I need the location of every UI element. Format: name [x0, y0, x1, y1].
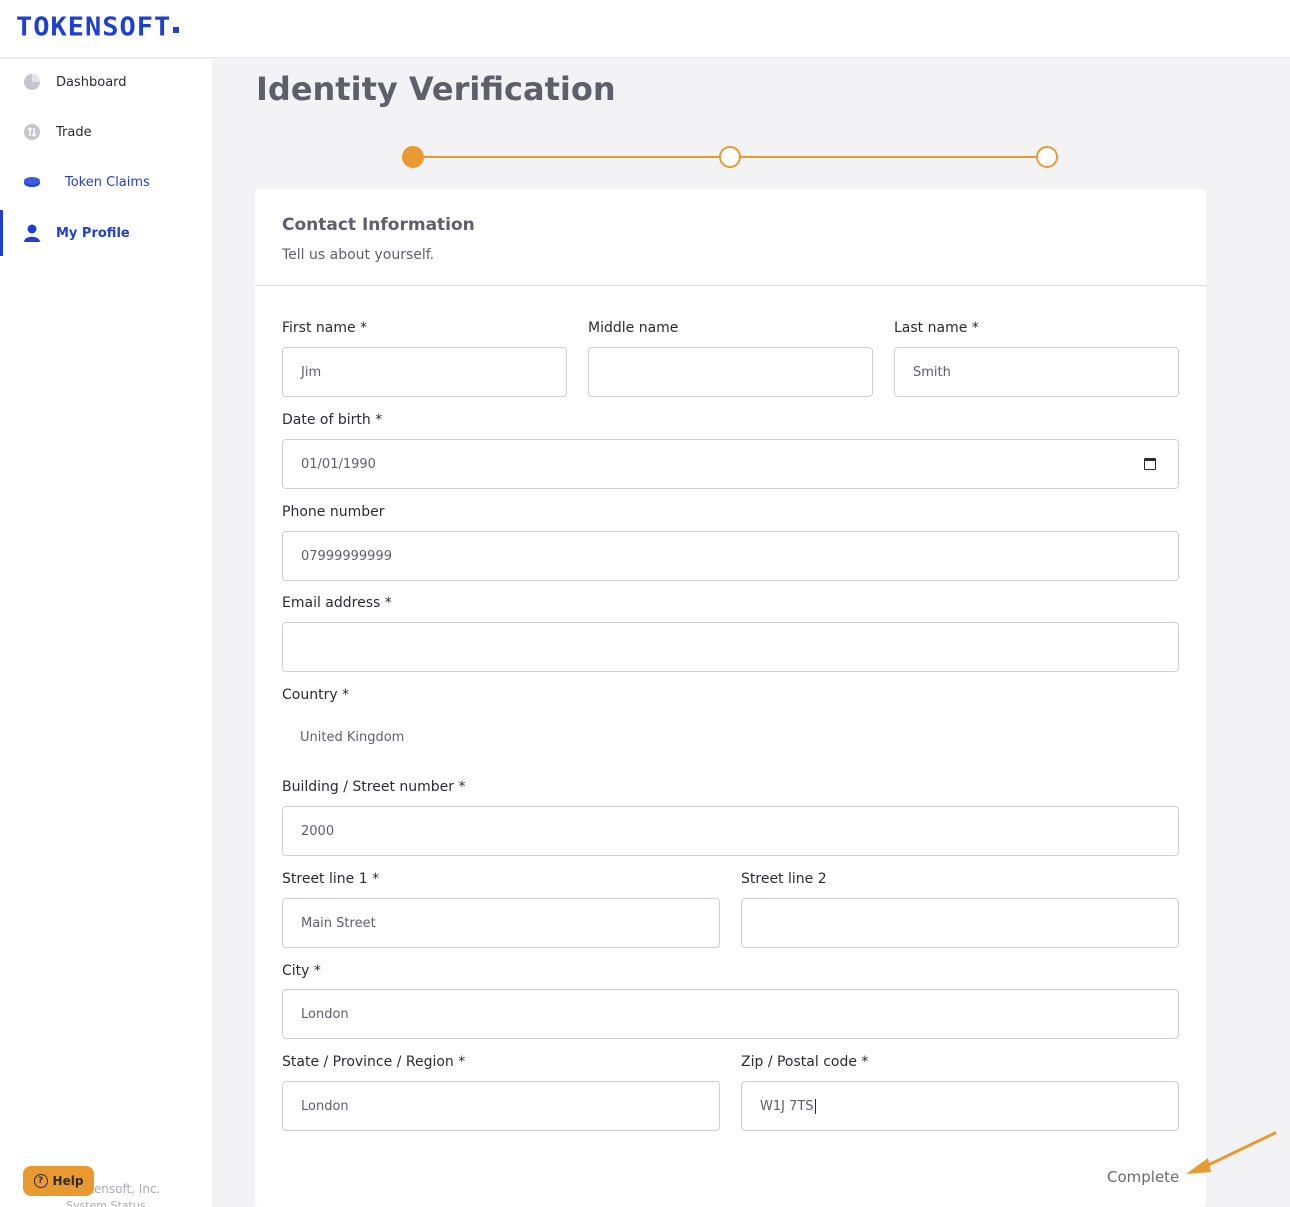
help-label: Help — [52, 1174, 84, 1188]
sidebar-item-label: Dashboard — [56, 74, 127, 90]
country-label: Country * — [282, 687, 350, 703]
dob-input[interactable]: 01/01/1990 — [282, 439, 1179, 489]
sidebar-item-trade[interactable]: Trade — [0, 109, 212, 155]
logo-dot-icon — [173, 26, 180, 33]
progress-stepper — [402, 146, 1060, 168]
sidebar-item-token-claims[interactable]: Token Claims — [0, 159, 212, 205]
stepper-line — [424, 156, 720, 158]
street1-value: Main Street — [301, 915, 376, 931]
sidebar-item-dashboard[interactable]: Dashboard — [0, 59, 212, 105]
help-button[interactable]: ? Help — [23, 1166, 94, 1196]
street2-input[interactable] — [741, 898, 1179, 948]
annotation-arrow-icon — [1186, 1131, 1277, 1174]
state-input[interactable]: London — [282, 1081, 720, 1131]
pie-chart-icon — [22, 72, 42, 92]
calendar-icon[interactable] — [1144, 458, 1156, 470]
sidebar-item-my-profile[interactable]: My Profile — [0, 210, 212, 256]
phone-label: Phone number — [282, 504, 385, 520]
phone-value: 07999999999 — [301, 548, 392, 564]
zip-input[interactable]: W1J 7TS — [741, 1081, 1179, 1131]
step-3-dot — [1036, 146, 1058, 168]
logo-text: TOKENSOFT — [16, 12, 172, 43]
page-title: Identity Verification — [256, 70, 616, 108]
last-name-value: Smith — [913, 364, 951, 380]
first-name-label: First name * — [282, 320, 368, 336]
street1-label: Street line 1 * — [282, 871, 380, 887]
dob-value: 01/01/1990 — [301, 456, 376, 472]
sidebar-item-label: Trade — [56, 124, 92, 140]
divider — [255, 285, 1206, 286]
system-status-link[interactable]: System Status — [66, 1199, 146, 1207]
email-label: Email address * — [282, 595, 392, 611]
form-subtitle: Tell us about yourself. — [282, 247, 435, 263]
contact-form-card: Contact Information Tell us about yourse… — [255, 189, 1206, 1207]
city-label: City * — [282, 963, 321, 979]
zip-value: W1J 7TS — [760, 1098, 814, 1114]
user-icon — [22, 223, 42, 243]
tokensoft-logo[interactable]: TOKENSOFT — [16, 12, 180, 43]
country-select[interactable]: United Kingdom — [300, 730, 404, 745]
last-name-input[interactable]: Smith — [894, 347, 1179, 397]
step-2-dot — [719, 146, 741, 168]
text-cursor — [814, 1098, 816, 1114]
last-name-label: Last name * — [894, 320, 979, 336]
stepper-line — [740, 156, 1036, 158]
middle-name-label: Middle name — [588, 320, 679, 336]
step-1-dot — [402, 146, 424, 168]
first-name-value: Jim — [301, 364, 322, 380]
building-value: 2000 — [301, 823, 335, 839]
sidebar: Dashboard Trade Token Claims My Profile — [0, 59, 212, 1207]
street1-input[interactable]: Main Street — [282, 898, 720, 948]
top-bar: TOKENSOFT — [0, 0, 1290, 58]
question-icon: ? — [33, 1174, 48, 1188]
phone-input[interactable]: 07999999999 — [282, 531, 1179, 581]
zip-label: Zip / Postal code * — [741, 1054, 869, 1070]
city-input[interactable]: London — [282, 989, 1179, 1039]
token-coin-icon — [22, 172, 42, 192]
city-value: London — [301, 1006, 349, 1022]
building-label: Building / Street number * — [282, 779, 466, 795]
state-value: London — [301, 1098, 349, 1114]
trade-icon — [22, 122, 42, 142]
building-input[interactable]: 2000 — [282, 806, 1179, 856]
street2-label: Street line 2 — [741, 871, 827, 887]
first-name-input[interactable]: Jim — [282, 347, 567, 397]
form-title: Contact Information — [282, 215, 475, 235]
dob-label: Date of birth * — [282, 412, 383, 428]
middle-name-input[interactable] — [588, 347, 873, 397]
sidebar-item-label: Token Claims — [65, 174, 150, 190]
complete-button[interactable]: Complete — [1107, 1168, 1179, 1186]
email-input[interactable] — [282, 622, 1179, 672]
state-label: State / Province / Region * — [282, 1054, 466, 1070]
sidebar-item-label: My Profile — [56, 225, 130, 241]
